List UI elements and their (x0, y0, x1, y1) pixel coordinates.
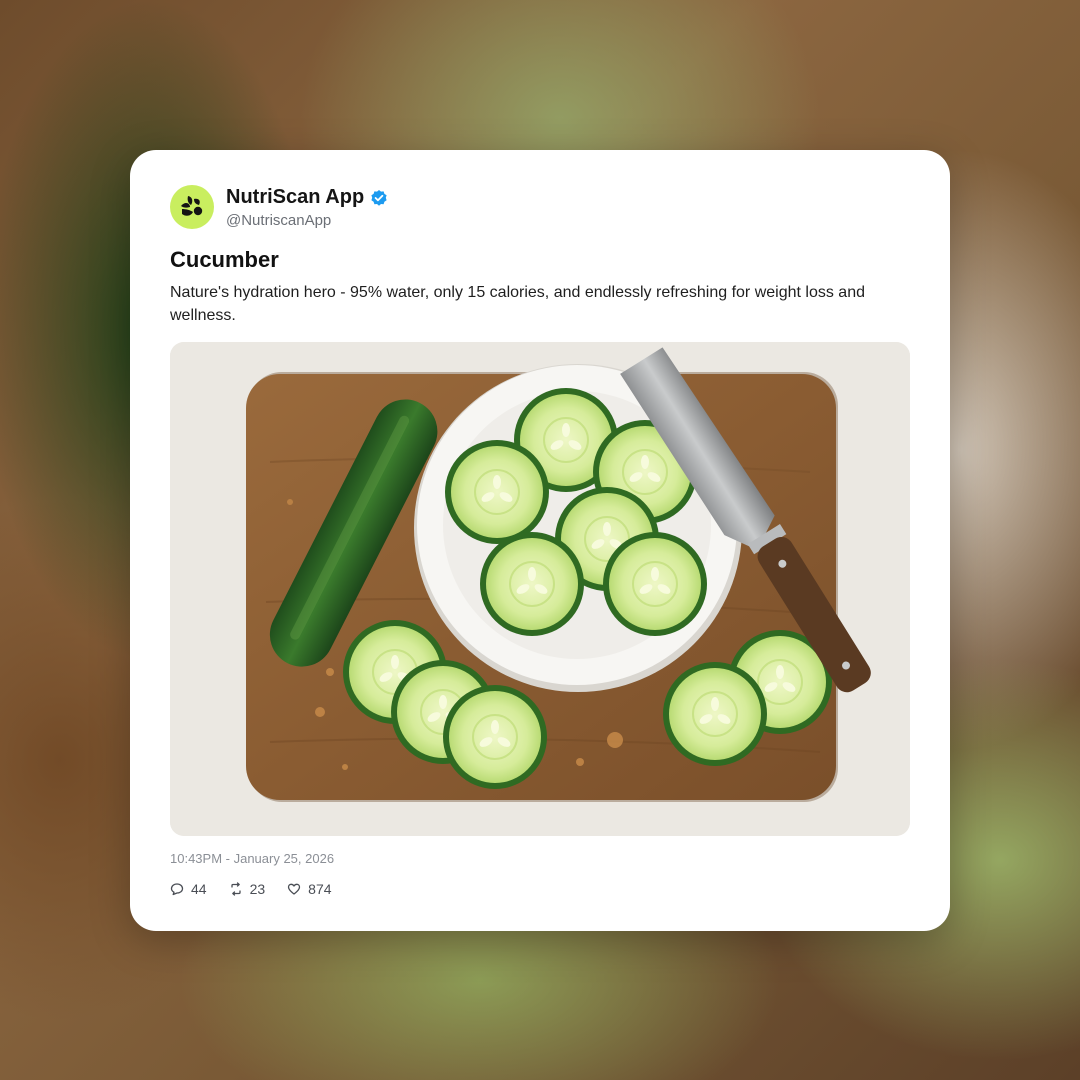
engagement-bar: 44 23 874 (170, 881, 332, 897)
author-handle[interactable]: @NutriscanApp (226, 212, 331, 229)
comment-icon (170, 883, 184, 896)
repost-count: 23 (249, 881, 266, 897)
author-row: NutriScan App (226, 186, 388, 209)
nutriscan-logo-icon (181, 196, 203, 216)
like-count: 874 (308, 881, 332, 897)
verified-badge-icon (370, 189, 388, 207)
repost-button[interactable]: 23 (229, 881, 266, 897)
post-card: NutriScan App @NutriscanApp Cucumber Nat… (130, 150, 950, 931)
post-description: Nature's hydration hero - 95% water, onl… (170, 284, 865, 324)
heart-icon (288, 883, 301, 895)
post-image[interactable] (170, 342, 910, 836)
cucumber-photo (170, 342, 910, 836)
avatar[interactable] (170, 185, 214, 229)
author-name[interactable]: NutriScan App (226, 186, 364, 209)
like-button[interactable]: 874 (287, 881, 332, 897)
repost-icon (230, 882, 241, 896)
reply-count: 44 (191, 881, 207, 897)
post-timestamp[interactable]: 10:43PM - January 25, 2026 (170, 851, 334, 866)
post-title: Cucumber (170, 247, 279, 272)
reply-button[interactable]: 44 (170, 881, 207, 897)
